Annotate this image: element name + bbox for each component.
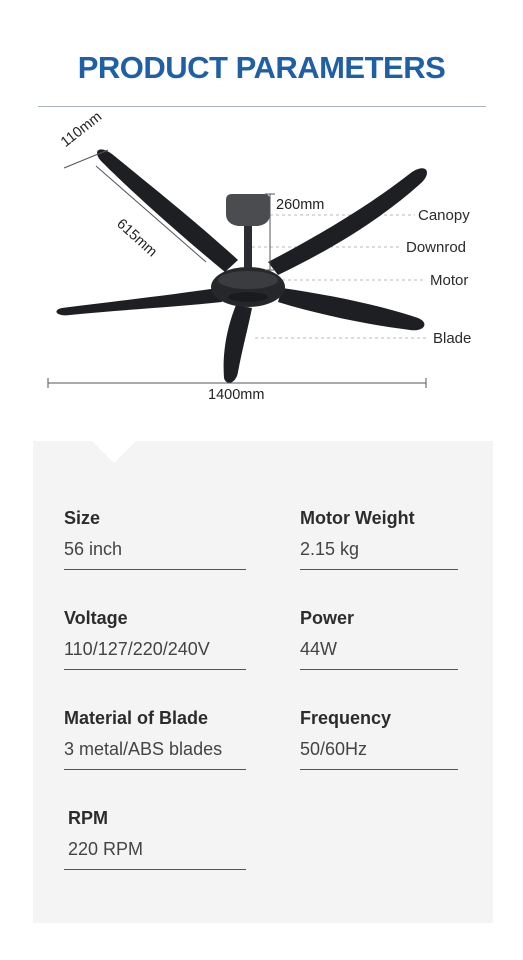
spec-value: 56 inch [64, 539, 123, 559]
spec-panel-notch [92, 441, 136, 463]
spec-label: Size [64, 508, 101, 528]
spec-material-of-blade: Material of Blade 3 metal/ABS blades [64, 706, 246, 770]
spec-label: Voltage [64, 608, 128, 628]
spec-label: Power [300, 608, 355, 628]
spec-label: Motor Weight [300, 508, 415, 528]
spec-underline [300, 669, 458, 670]
blade-left [56, 288, 222, 316]
ceiling-fan-illustration [47, 149, 428, 388]
blade-upper-left [97, 149, 238, 272]
spec-underline [64, 569, 246, 570]
motor-top [218, 271, 278, 289]
spec-value: 220 RPM [68, 839, 144, 859]
spec-rpm: RPM 220 RPM [64, 806, 250, 870]
spec-underline [300, 769, 458, 770]
height-label: 260mm [276, 197, 325, 213]
blade-upper-right [268, 168, 427, 275]
title-divider [38, 106, 486, 107]
spec-power: Power 44W [300, 606, 482, 670]
spec-label: Frequency [300, 708, 392, 728]
spec-frequency: Frequency 50/60Hz [300, 706, 482, 770]
spec-value: 110/127/220/240V [64, 639, 210, 659]
span-label: 1400mm [208, 387, 265, 403]
page-title: PRODUCT PARAMETERS [77, 50, 446, 85]
spec-value: 2.15 kg [300, 539, 360, 559]
spec-underline [64, 869, 246, 870]
spec-label: Material of Blade [64, 708, 209, 728]
spec-value: 44W [300, 639, 338, 659]
canopy-label: Canopy [418, 207, 470, 224]
spec-value: 3 metal/ABS blades [64, 739, 223, 759]
motor-bottom [228, 292, 268, 302]
spec-motor-weight: Motor Weight 2.15 kg [300, 506, 482, 570]
spec-underline [64, 669, 246, 670]
spec-size: Size 56 inch [64, 506, 246, 570]
blade-right [278, 288, 425, 331]
spec-label: RPM [68, 808, 108, 828]
spec-underline [300, 569, 458, 570]
spec-voltage: Voltage 110/127/220/240V [64, 606, 246, 670]
fan-diagram: 110mm 615mm 260mm 1400mm Canopy Downrod … [0, 109, 523, 420]
motor-label: Motor [430, 272, 469, 289]
spec-underline [64, 769, 246, 770]
downrod-label: Downrod [406, 239, 467, 256]
spec-value: 50/60Hz [300, 739, 368, 759]
blade-label: Blade [433, 330, 472, 347]
downrod [244, 224, 252, 268]
canopy [226, 194, 270, 226]
blade-lower [223, 305, 252, 383]
